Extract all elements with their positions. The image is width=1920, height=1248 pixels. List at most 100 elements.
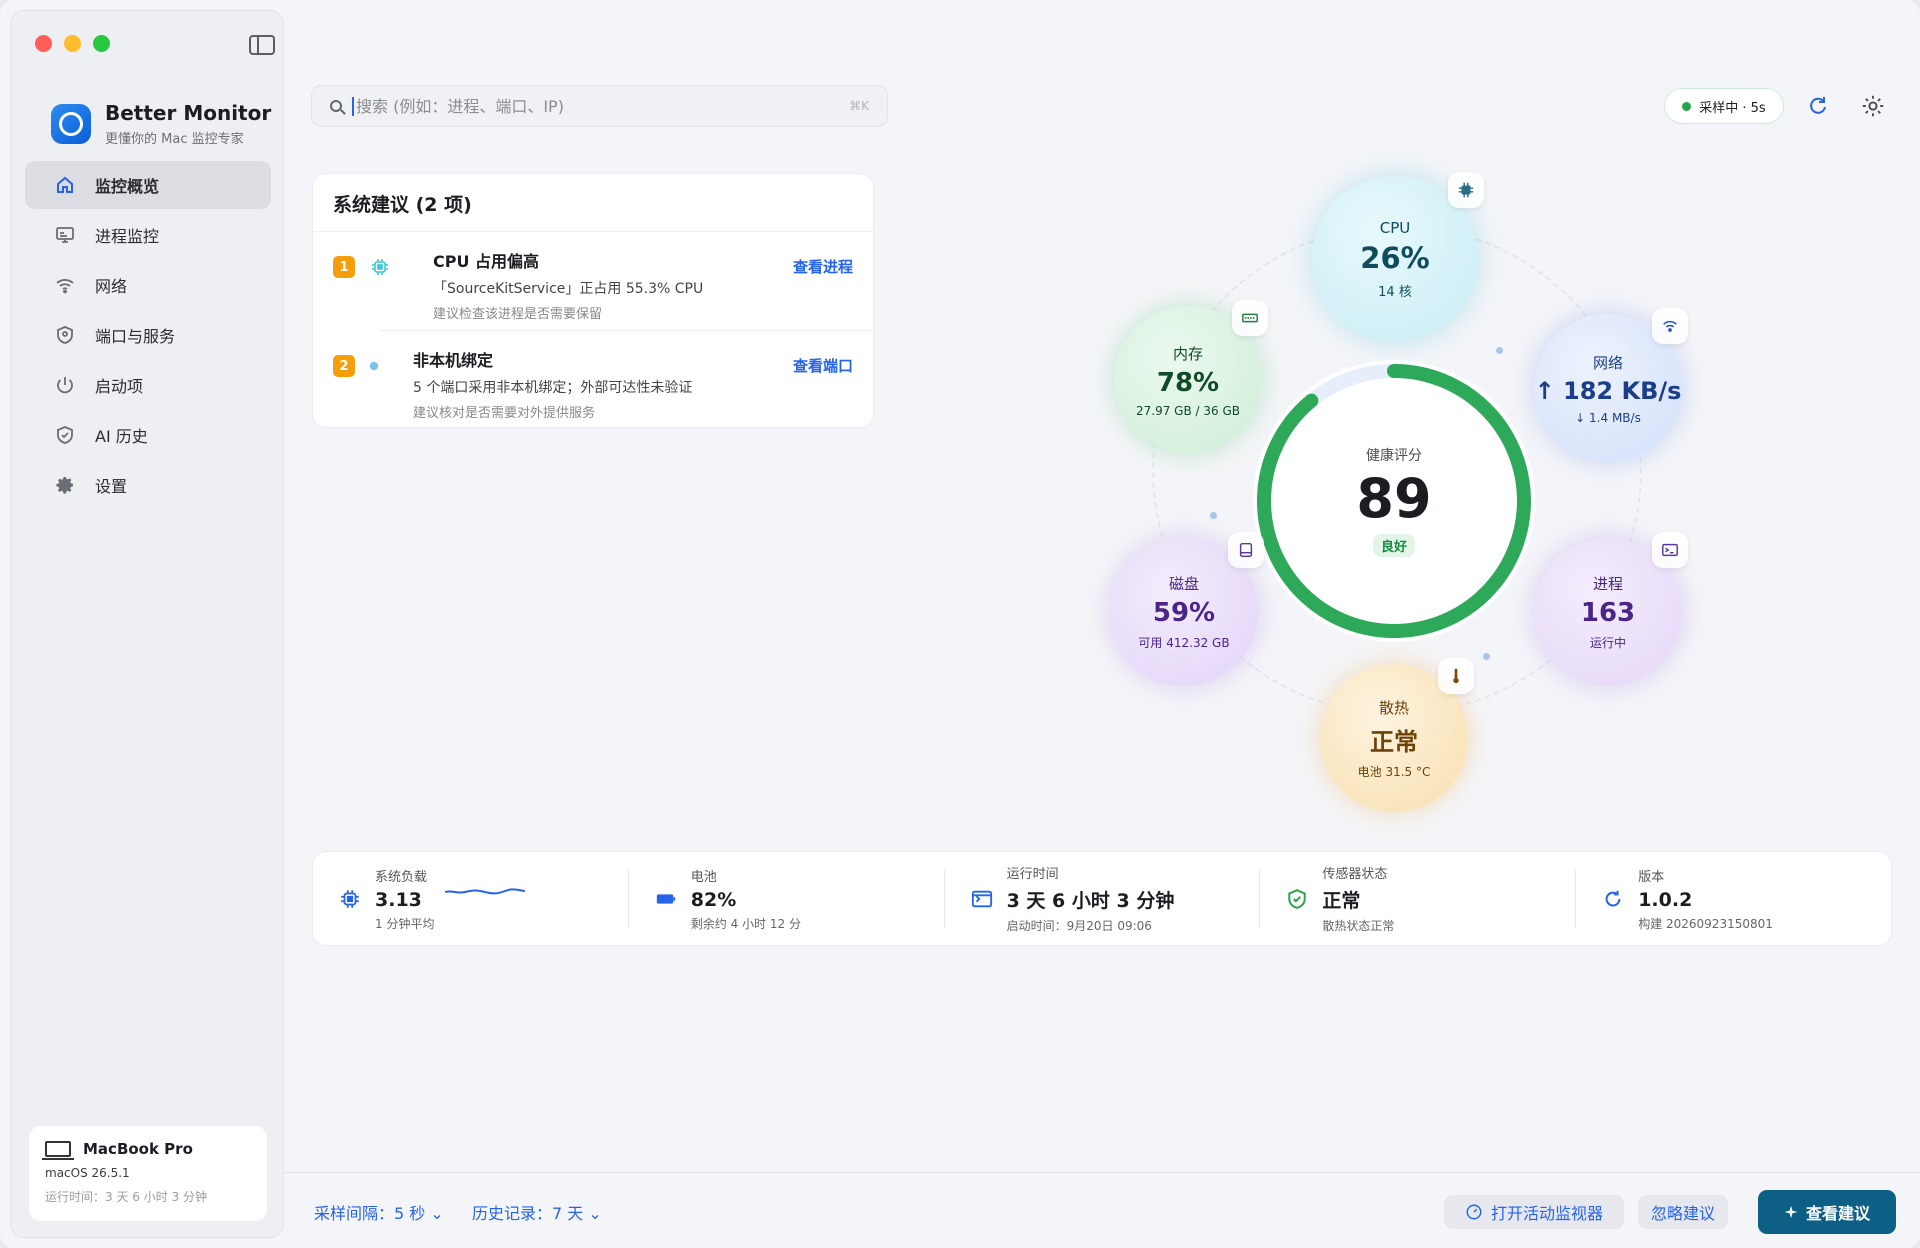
stat-uptime[interactable]: 运行时间 3 天 6 小时 3 分钟 启动时间：9月20日 09:06: [943, 867, 1260, 933]
chevron-down-icon: ⌄: [588, 1204, 602, 1223]
minimize-window-button[interactable]: [64, 35, 81, 52]
device-card: MacBook Pro macOS 26.5.1 运行时间：3 天 6 小时 3…: [29, 1126, 267, 1221]
stat-sub: 构建 20260923150801: [1638, 916, 1773, 931]
view-process-link[interactable]: 查看进程: [793, 256, 853, 277]
stat-load[interactable]: 系统负载 3.13 1 分钟平均: [313, 870, 628, 931]
dot-icon: [363, 355, 385, 377]
load-sparkline: [445, 887, 525, 894]
memory-ram-icon: [1232, 300, 1268, 336]
network-label: 网络: [1592, 353, 1623, 372]
history-dropdown[interactable]: 历史记录：7 天 ⌄: [472, 1200, 602, 1224]
power-icon: [55, 375, 75, 395]
suggestion-title: 非本机绑定: [413, 351, 494, 370]
suggestions-title: 系统建议 (2 项): [313, 174, 873, 232]
stat-version[interactable]: 版本 1.0.2 构建 20260923150801: [1575, 869, 1891, 931]
disk-value: 59%: [1152, 598, 1216, 628]
suggestion-item: 1 CPU 占用偏高 「SourceKitService」正占用 55.3% C…: [313, 232, 873, 330]
battery-icon: [653, 886, 679, 912]
suggestion-number: 1: [333, 256, 355, 278]
monitor-icon: [55, 225, 75, 245]
refresh-icon[interactable]: [1806, 94, 1830, 118]
stat-value: 正常: [1322, 890, 1361, 912]
gauge-icon: [1466, 1204, 1482, 1220]
memory-value: 78%: [1156, 367, 1220, 398]
window-controls: [35, 35, 110, 52]
health-ring-svg: [1257, 364, 1531, 638]
disk-label: 磁盘: [1168, 575, 1199, 593]
sampling-interval-dropdown[interactable]: 采样间隔：5 秒 ⌄: [314, 1200, 444, 1224]
suggestion-desc: 5 个端口采用非本机绑定；外部可达性未验证: [413, 380, 693, 396]
device-uptime: 运行时间：3 天 6 小时 3 分钟: [45, 1190, 207, 1204]
stat-sub: 1 分钟平均: [375, 916, 435, 931]
sidebar-item-startup[interactable]: 启动项: [25, 361, 271, 409]
stat-label: 系统负载: [375, 869, 428, 885]
orbit-dot: [1483, 653, 1490, 660]
orbit-dot: [1496, 347, 1503, 354]
app-window: Better Monitor 更懂你的 Mac 监控专家 监控概览 进程监控 网…: [0, 0, 1920, 1248]
sidebar-item-network[interactable]: 网络: [25, 261, 271, 309]
disk-drive-icon: [1228, 532, 1264, 568]
sidebar-item-ports[interactable]: 端口与服务: [25, 311, 271, 359]
sparkle-icon: [1784, 1205, 1798, 1219]
stat-battery[interactable]: 电池 82% 剩余约 4 小时 12 分: [627, 869, 944, 931]
sidebar-item-label: 启动项: [95, 377, 144, 396]
sidebar-item-label: 端口与服务: [95, 327, 176, 346]
orbit-dot: [1210, 512, 1217, 519]
stat-value: 82%: [690, 888, 737, 911]
suggestion-desc: 「SourceKitService」正占用 55.3% CPU: [433, 281, 704, 297]
stat-value: 3.13: [375, 888, 422, 911]
wifi-icon: [55, 275, 75, 295]
refresh-icon: [1600, 886, 1626, 912]
shield-check-icon: [55, 425, 75, 445]
zoom-window-button[interactable]: [93, 35, 110, 52]
sidebar-item-settings[interactable]: 设置: [25, 461, 271, 509]
search-input[interactable]: [352, 96, 840, 116]
suggestion-note: 建议核对是否需要对外提供服务: [413, 406, 596, 421]
stat-label: 版本: [1638, 869, 1665, 885]
cpu-chip-icon: [1448, 172, 1484, 208]
laptop-icon: [42, 1141, 74, 1160]
stat-label: 传感器状态: [1322, 867, 1388, 882]
sidebar: Better Monitor 更懂你的 Mac 监控专家 监控概览 进程监控 网…: [10, 10, 284, 1238]
device-name: MacBook Pro: [83, 1140, 193, 1158]
view-ports-link[interactable]: 查看端口: [793, 355, 853, 376]
chevron-down-icon: ⌄: [430, 1204, 444, 1223]
close-window-button[interactable]: [35, 35, 52, 52]
stat-sub: 剩余约 4 小时 12 分: [690, 916, 801, 931]
open-activity-label: 打开活动监视器: [1490, 1204, 1603, 1223]
health-progress-arc: [1257, 364, 1531, 638]
view-suggestions-button[interactable]: 查看建议: [1758, 1190, 1896, 1234]
sidebar-item-overview[interactable]: 监控概览: [25, 161, 271, 209]
home-icon: [55, 175, 75, 195]
search-bar[interactable]: ⌘K: [311, 85, 888, 127]
stat-label: 电池: [690, 869, 717, 885]
open-activity-monitor-button[interactable]: 打开活动监视器: [1444, 1195, 1624, 1229]
chip-icon: [337, 886, 363, 912]
sidebar-item-processes[interactable]: 进程监控: [25, 211, 271, 259]
sidebar-toggle-icon[interactable]: [249, 35, 275, 55]
view-suggestions-label: 查看建议: [1805, 1204, 1870, 1223]
health-score-ring[interactable]: 健康评分 89 良好: [1253, 360, 1535, 642]
thermal-label: 散热: [1378, 698, 1409, 717]
system-stats-bar: 系统负载 3.13 1 分钟平均 电池 82% 剩余约 4 小时 12 分 运行…: [312, 851, 1892, 946]
suggestion-note: 建议检查该进程是否需要保留: [433, 307, 603, 322]
stat-sub: 启动时间：9月20日 09:06: [1006, 919, 1152, 933]
network-value: ↑ 182 KB/s: [1534, 376, 1682, 405]
sampling-status-badge[interactable]: 采样中 · 5s: [1664, 88, 1784, 124]
stat-sub: 散热状态正常: [1322, 919, 1395, 933]
status-dot-icon: [1682, 101, 1692, 111]
stat-sensors[interactable]: 传感器状态 正常 散热状态正常: [1259, 867, 1575, 933]
disk-sub: 可用 412.32 GB: [1138, 636, 1230, 650]
sidebar-item-label: AI 历史: [95, 427, 148, 446]
shield-icon: [55, 325, 75, 345]
search-shortcut: ⌘K: [849, 99, 869, 113]
sidebar-item-label: 进程监控: [95, 227, 160, 246]
suggestion-item: 2 非本机绑定 5 个端口采用非本机绑定；外部可达性未验证 建议核对是否需要对外…: [333, 330, 873, 428]
settings-gear-icon[interactable]: [1861, 94, 1885, 118]
network-wifi-icon: [1652, 308, 1688, 344]
chip-icon: [369, 256, 391, 278]
process-sub: 运行中: [1589, 636, 1626, 650]
sidebar-item-ai-history[interactable]: AI 历史: [25, 411, 271, 459]
ignore-suggestions-button[interactable]: 忽略建议: [1638, 1195, 1728, 1229]
sampling-interval-label: 采样间隔：5 秒: [314, 1204, 426, 1223]
